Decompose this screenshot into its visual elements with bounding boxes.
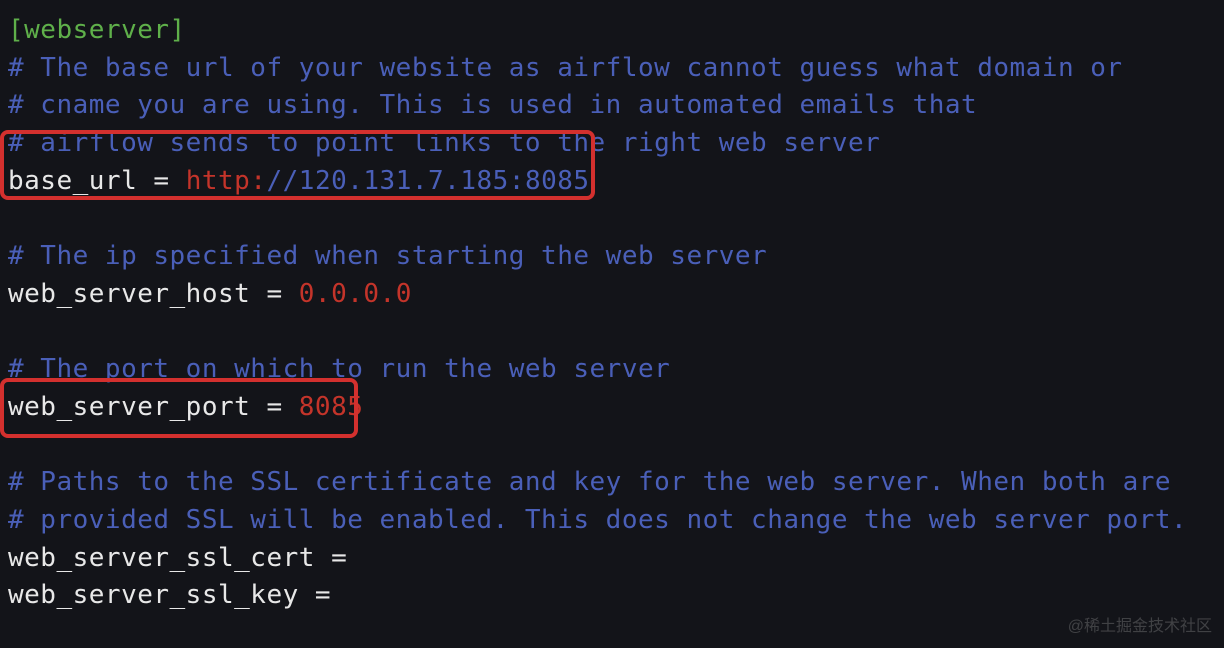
comment-host: # The ip specified when starting the web…	[8, 238, 1216, 276]
value-scheme: http:	[186, 166, 267, 196]
key-ssl-key: web_server_ssl_key	[8, 580, 299, 610]
equals: =	[250, 392, 298, 422]
key-ssl-cert: web_server_ssl_cert	[8, 543, 315, 573]
equals: =	[250, 279, 298, 309]
setting-base-url: base_url = http://120.131.7.185:8085	[8, 163, 1216, 201]
value-rest: //120.131.7.185:8085	[266, 166, 589, 196]
equals: =	[315, 543, 347, 573]
comment-base-url-1: # The base url of your website as airflo…	[8, 50, 1216, 88]
value-host: 0.0.0.0	[299, 279, 412, 309]
blank-line	[8, 314, 1216, 352]
blank-line	[8, 200, 1216, 238]
setting-web-server-port: web_server_port = 8085	[8, 389, 1216, 427]
setting-ssl-cert: web_server_ssl_cert =	[8, 540, 1216, 578]
key-host: web_server_host	[8, 279, 250, 309]
setting-web-server-host: web_server_host = 0.0.0.0	[8, 276, 1216, 314]
comment-ssl-1: # Paths to the SSL certificate and key f…	[8, 464, 1216, 502]
blank-line	[8, 427, 1216, 465]
equals: =	[299, 580, 331, 610]
key-port: web_server_port	[8, 392, 250, 422]
comment-ssl-2: # provided SSL will be enabled. This doe…	[8, 502, 1216, 540]
watermark: @稀土掘金技术社区	[1068, 615, 1212, 638]
comment-base-url-2: # cname you are using. This is used in a…	[8, 87, 1216, 125]
setting-ssl-key: web_server_ssl_key =	[8, 577, 1216, 615]
value-port: 8085	[299, 392, 364, 422]
section-header: [webserver]	[8, 12, 1216, 50]
equals: =	[137, 166, 185, 196]
comment-port: # The port on which to run the web serve…	[8, 351, 1216, 389]
section-text: [webserver]	[8, 15, 186, 45]
comment-base-url-3: # airflow sends to point links to the ri…	[8, 125, 1216, 163]
key-base-url: base_url	[8, 166, 137, 196]
